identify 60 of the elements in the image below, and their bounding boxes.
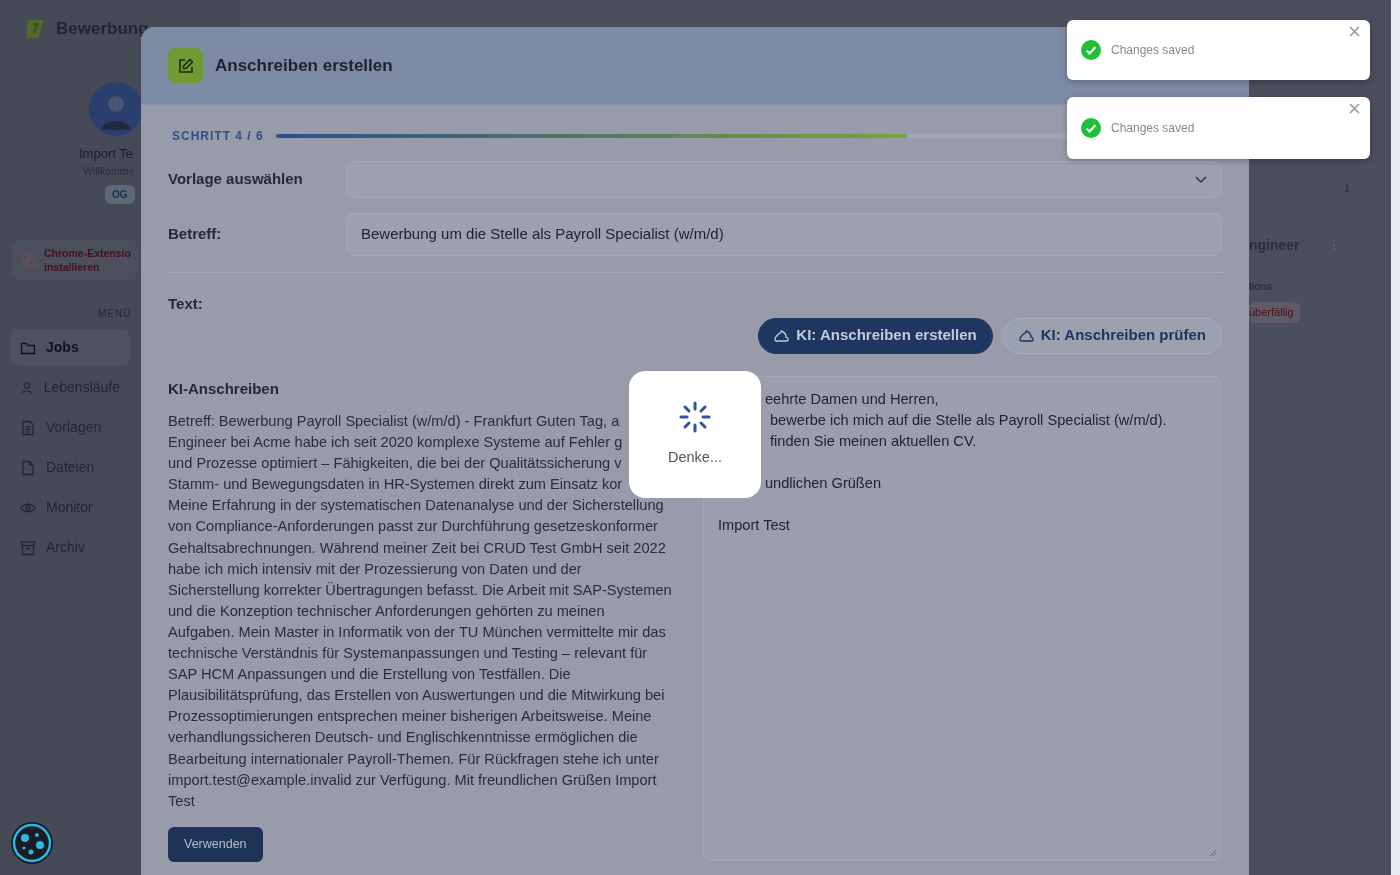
ai-button[interactable]: KI: Anschreiben prüfen [1002, 317, 1222, 354]
use-button[interactable]: Verwenden [168, 826, 263, 862]
letter-text-line: Sicherstellung korrekter Übertragungen befasst. Die Arbeit mit SAP-Systemen [168, 580, 672, 600]
file-icon [20, 459, 36, 476]
extension-text: installieren [44, 260, 101, 275]
letter-text-line: und die Konzeption technischer Anforderungen gehörten zu meinen [168, 601, 605, 621]
letter-text-line: Meine Erfahrung in der systematischen Datenanalyse und der Sicherstellung [168, 496, 664, 516]
status-tag: überfällig [1249, 302, 1300, 323]
cloud-icon [1018, 329, 1034, 342]
letter-text-line: Bearbeitung internationaler Payroll-Themen. Für Rückfragen stehe ich unter [168, 749, 659, 769]
section-heading: KI-Anschreiben [168, 378, 280, 399]
widget-button[interactable] [10, 821, 54, 865]
document-icon [20, 419, 36, 436]
person-icon [20, 379, 34, 396]
letter-text-line: Stamm- und Bewegungsdaten in HR-Systemen direkt zum Einsatz kor [168, 475, 623, 495]
profile-badge: OG [105, 185, 135, 205]
field-label: Betreff: [168, 224, 223, 244]
letter-text-line: Plausibilitätsprüfung, das Erstellen von Auswertungen und die Mitwirkung bei [168, 686, 665, 706]
extension-link[interactable]: Chrome-Extensio installieren [12, 240, 138, 281]
editor-text-line: eehrte Damen und Herren, [765, 390, 939, 409]
logo-icon [24, 18, 46, 40]
subject-field[interactable]: Bewerbung um die Stelle als Payroll Specialist (w/m/d) [346, 213, 1222, 256]
toast-message: Changes saved [1111, 42, 1196, 59]
toast-message: Changes saved [1111, 120, 1196, 137]
letter-text-line: technische Verständnis für Systemanpassungen und Testing – relevant für [168, 644, 648, 664]
letter-text-line: Betreff: Bewerbung Payroll Specialist (w/m/d) - Frankfurt Guten Tag, a [168, 412, 620, 431]
archive-icon [20, 539, 36, 556]
editor-text-line: bewerbe ich mich auf die Stelle als Payroll Specialist (w/m/d). [770, 411, 1167, 430]
modal-title: Anschreiben erstellen [215, 54, 393, 77]
spinner-icon [679, 400, 711, 433]
letter-text-line: SAP HCM Anpassungen und die Erstellung von Testfällen. Die [168, 665, 571, 685]
ai-button[interactable]: KI: Anschreiben erstellen [758, 317, 993, 354]
editor-text-line: undlichen Grüßen [765, 474, 881, 493]
letter-text-line: verhandlungssicheren Deutsch- und Englischkenntnisse ermöglichen die [168, 728, 638, 748]
avatar [89, 82, 143, 136]
close-icon[interactable] [1349, 26, 1360, 37]
step-label: SCHRITT 4 / 6 [172, 128, 264, 145]
letter-text-line: habe ich mich intensiv mit der Prozessierung von Daten und der [168, 559, 582, 579]
editor-text-line: finden Sie meinen aktuellen CV. [770, 432, 977, 451]
extension-icon [22, 253, 36, 268]
field-label: Vorlage auswählen [168, 169, 304, 190]
edit-icon [168, 48, 203, 83]
extension-text: Chrome-Extensio [44, 246, 131, 261]
letter-text-line: Prozessoptimierungen entsprechen meiner bisherigen Arbeitsweise. Meine [168, 707, 652, 727]
letter-text-line: import.test@example.invalid zur Verfügung. Mit freundlichen Grüßen Import [168, 770, 657, 790]
cloud-icon [774, 329, 790, 342]
letter-text-line: von Compliance-Anforderungen passt zur Durchführung gesetzeskonformer [168, 517, 658, 537]
letter-text-line: Engineer bei Acme habe ich seit 2020 komplexe Systeme auf Fehler g [168, 433, 623, 453]
editor-text-line: Import Test [718, 516, 790, 535]
letter-text-line: Test [168, 791, 195, 811]
nav-item[interactable]: Jobs [10, 329, 130, 367]
letter-text-line: Aufgaben. Mein Master in Informatik von der TU München vermittelte mir das [168, 622, 666, 642]
close-icon[interactable] [1349, 103, 1360, 114]
chevron-down-icon [1195, 175, 1207, 184]
check-icon [1081, 40, 1101, 60]
resize-handle-icon[interactable] [1209, 849, 1217, 857]
check-icon [1081, 118, 1101, 138]
field-label: Text: [168, 294, 204, 314]
letter-text-line: und Prozesse optimiert – Fähigkeiten, die bei der Qualitätssicherung v [168, 454, 622, 474]
letter-text-line: Gehaltsabrechnungen. Während meiner Zeit bei CRUD Test GmbH seit 2022 [168, 538, 666, 558]
